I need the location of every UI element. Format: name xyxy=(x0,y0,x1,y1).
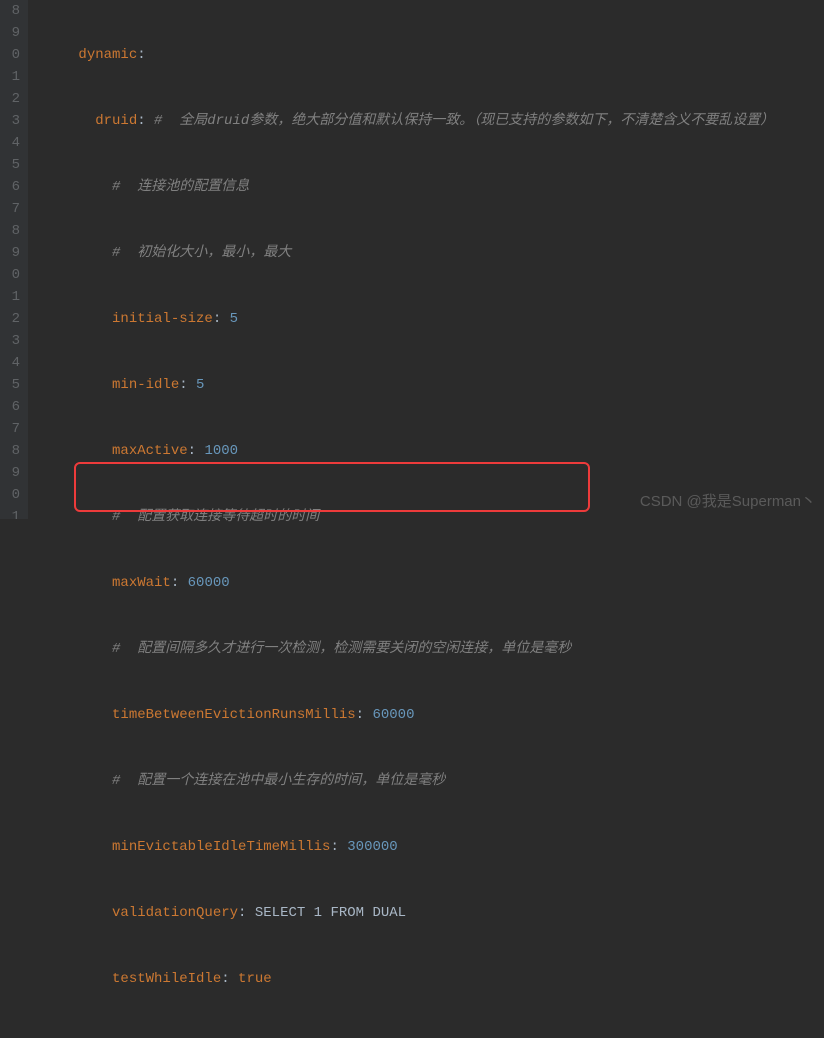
line-number: 0 xyxy=(4,44,20,66)
code-line[interactable]: min-idle: 5 xyxy=(28,374,774,396)
comment: # 连接池的配置信息 xyxy=(112,179,249,195)
line-number: 0 xyxy=(4,484,20,506)
line-number: 9 xyxy=(4,462,20,484)
yaml-value: 5 xyxy=(230,311,238,327)
line-number: 9 xyxy=(4,242,20,264)
yaml-key: min-idle xyxy=(112,377,179,393)
line-number: 4 xyxy=(4,352,20,374)
line-number: 1 xyxy=(4,286,20,308)
comment: # 配置间隔多久才进行一次检测，检测需要关闭的空闲连接，单位是毫秒 xyxy=(112,641,571,657)
line-number: 4 xyxy=(4,132,20,154)
line-number: 3 xyxy=(4,110,20,132)
line-number: 2 xyxy=(4,308,20,330)
yaml-key: minEvictableIdleTimeMillis xyxy=(112,839,330,855)
yaml-key: testWhileIdle xyxy=(112,971,221,987)
code-line[interactable]: druid: # 全局druid参数，绝大部分值和默认保持一致。（现已支持的参数… xyxy=(28,110,774,132)
line-number: 5 xyxy=(4,154,20,176)
yaml-value: 60000 xyxy=(372,707,414,723)
line-number: 0 xyxy=(4,264,20,286)
code-line[interactable]: initial-size: 5 xyxy=(28,308,774,330)
yaml-value: true xyxy=(238,971,272,987)
code-line[interactable]: # 配置间隔多久才进行一次检测，检测需要关闭的空闲连接，单位是毫秒 xyxy=(28,638,774,660)
code-line[interactable]: # 配置一个连接在池中最小生存的时间，单位是毫秒 xyxy=(28,770,774,792)
code-editor[interactable]: 8 9 0 1 2 3 4 5 6 7 8 9 0 1 2 3 4 5 6 7 … xyxy=(0,0,824,519)
yaml-key: testOnBorrow xyxy=(112,1037,213,1038)
yaml-key: maxActive xyxy=(112,443,188,459)
code-line[interactable]: maxWait: 60000 xyxy=(28,572,774,594)
yaml-key: timeBetweenEvictionRunsMillis xyxy=(112,707,356,723)
line-number: 7 xyxy=(4,418,20,440)
yaml-key: initial-size xyxy=(112,311,213,327)
code-line[interactable]: testOnBorrow: false xyxy=(28,1034,774,1038)
line-number: 5 xyxy=(4,374,20,396)
line-number: 6 xyxy=(4,396,20,418)
line-number: 8 xyxy=(4,440,20,462)
comment: # 全局druid参数，绝大部分值和默认保持一致。（现已支持的参数如下，不清楚含… xyxy=(154,113,774,129)
yaml-value: 60000 xyxy=(188,575,230,591)
yaml-value: 1000 xyxy=(204,443,238,459)
line-number-gutter: 8 9 0 1 2 3 4 5 6 7 8 9 0 1 2 3 4 5 6 7 … xyxy=(0,0,28,519)
yaml-key: dynamic xyxy=(78,47,137,63)
line-number: 6 xyxy=(4,176,20,198)
line-number: 8 xyxy=(4,0,20,22)
code-line[interactable]: # 连接池的配置信息 xyxy=(28,176,774,198)
yaml-key: druid xyxy=(95,113,137,129)
code-area[interactable]: dynamic: druid: # 全局druid参数，绝大部分值和默认保持一致… xyxy=(28,0,774,519)
code-line[interactable]: timeBetweenEvictionRunsMillis: 60000 xyxy=(28,704,774,726)
yaml-value: false xyxy=(230,1037,272,1038)
yaml-key: maxWait xyxy=(112,575,171,591)
comment: # 初始化大小，最小，最大 xyxy=(112,245,291,261)
line-number: 1 xyxy=(4,506,20,519)
line-number: 1 xyxy=(4,66,20,88)
line-number: 3 xyxy=(4,330,20,352)
comment: # 配置一个连接在池中最小生存的时间，单位是毫秒 xyxy=(112,773,445,789)
code-line[interactable]: # 初始化大小，最小，最大 xyxy=(28,242,774,264)
code-line[interactable]: minEvictableIdleTimeMillis: 300000 xyxy=(28,836,774,858)
yaml-value: SELECT 1 FROM DUAL xyxy=(255,905,406,921)
line-number: 8 xyxy=(4,220,20,242)
yaml-value: 5 xyxy=(196,377,204,393)
line-number: 2 xyxy=(4,88,20,110)
watermark: CSDN @我是Superman丶 xyxy=(640,491,816,513)
code-line[interactable]: testWhileIdle: true xyxy=(28,968,774,990)
yaml-key: validationQuery xyxy=(112,905,238,921)
code-line[interactable]: validationQuery: SELECT 1 FROM DUAL xyxy=(28,902,774,924)
line-number: 9 xyxy=(4,22,20,44)
code-line[interactable]: maxActive: 1000 xyxy=(28,440,774,462)
code-line[interactable]: dynamic: xyxy=(28,44,774,66)
yaml-value: 300000 xyxy=(347,839,397,855)
line-number: 7 xyxy=(4,198,20,220)
annotation-highlight-box xyxy=(74,462,590,512)
